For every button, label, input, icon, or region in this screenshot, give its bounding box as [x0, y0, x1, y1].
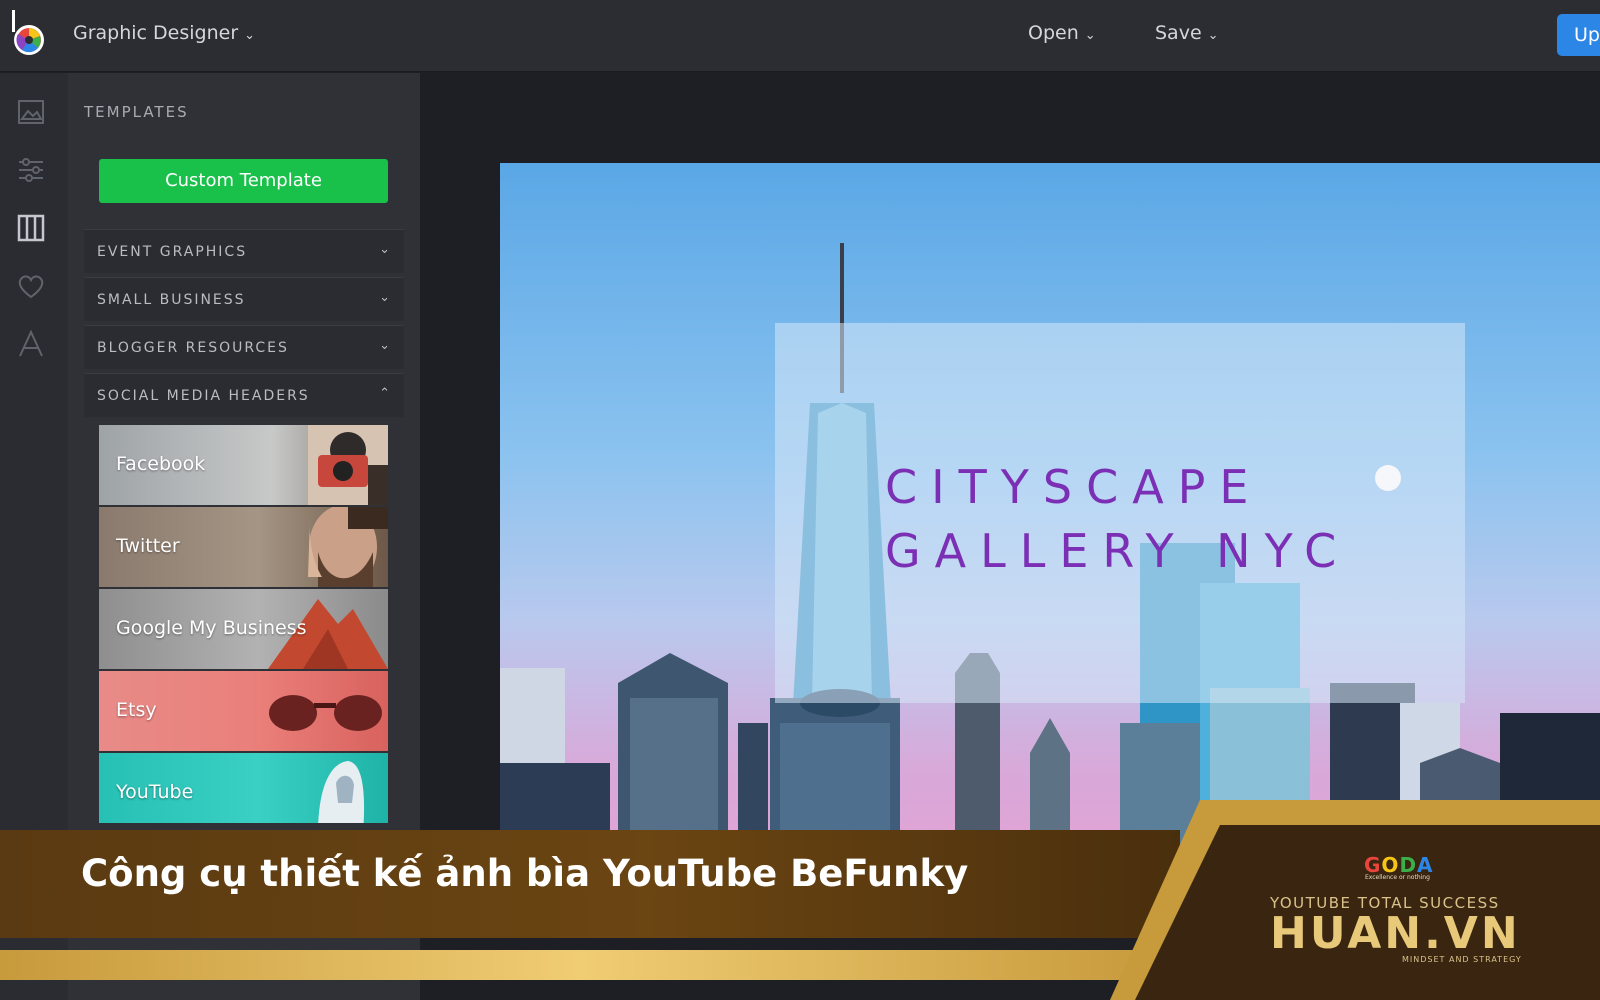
- adjust-sliders-icon[interactable]: [16, 155, 46, 185]
- headline-line-1: CITYSCAPE: [885, 460, 1263, 514]
- template-tile-facebook[interactable]: Facebook: [99, 425, 388, 505]
- template-label: Twitter: [116, 535, 180, 557]
- category-label: EVENT GRAPHICS: [97, 244, 248, 260]
- open-menu-label: Open: [1028, 22, 1079, 44]
- heart-icon[interactable]: [16, 271, 46, 301]
- chevron-down-icon: ⌄: [379, 338, 390, 353]
- category-label: BLOGGER RESOURCES: [97, 340, 289, 356]
- banner-gold-stripe: [0, 950, 1160, 980]
- template-tile-twitter[interactable]: Twitter: [99, 507, 388, 587]
- brand-name: HUAN.VN: [1270, 908, 1521, 959]
- template-label: Facebook: [116, 453, 206, 475]
- save-menu[interactable]: Save ⌄: [1155, 22, 1219, 44]
- template-tile-youtube[interactable]: YouTube: [99, 753, 388, 823]
- befunky-logo-icon[interactable]: [10, 10, 48, 60]
- open-menu[interactable]: Open ⌄: [1028, 22, 1096, 44]
- sunglasses-thumbnail-icon: [269, 695, 382, 731]
- brand-subtitle: MINDSET AND STRATEGY: [1402, 955, 1522, 964]
- app-mode-dropdown[interactable]: Graphic Designer ⌄: [73, 22, 255, 44]
- photographer-thumbnail-icon: [308, 425, 388, 505]
- caption-text: Công cụ thiết kế ảnh bìa YouTube BeFunky: [81, 852, 969, 895]
- chevron-down-icon: ⌄: [1207, 28, 1219, 43]
- panel-title: TEMPLATES: [84, 103, 189, 121]
- upgrade-button[interactable]: Up: [1557, 14, 1600, 56]
- top-bar: Graphic Designer ⌄ Open ⌄ Save ⌄ Up: [0, 0, 1600, 72]
- template-tile-google-my-business[interactable]: Google My Business: [99, 589, 388, 669]
- template-label: YouTube: [116, 781, 194, 803]
- save-menu-label: Save: [1155, 22, 1202, 44]
- image-icon[interactable]: [16, 97, 46, 127]
- chevron-down-icon: ⌄: [1084, 28, 1096, 43]
- category-label: SMALL BUSINESS: [97, 292, 246, 308]
- template-tile-etsy[interactable]: Etsy: [99, 671, 388, 751]
- chevron-up-icon: ⌃: [379, 386, 390, 401]
- canvas-headline[interactable]: CITYSCAPE GALLERY NYC: [885, 455, 1350, 583]
- category-event-graphics[interactable]: EVENT GRAPHICS ⌄: [84, 229, 404, 273]
- headline-line-2: GALLERY NYC: [885, 524, 1351, 578]
- template-label: Google My Business: [116, 617, 307, 639]
- chevron-down-icon: ⌄: [244, 28, 256, 43]
- template-label: Etsy: [116, 699, 157, 721]
- category-label: SOCIAL MEDIA HEADERS: [97, 388, 310, 404]
- category-blogger-resources[interactable]: BLOGGER RESOURCES ⌄: [84, 325, 404, 369]
- hooded-figure-thumbnail-icon: [318, 761, 365, 823]
- text-icon[interactable]: [16, 329, 46, 359]
- chevron-down-icon: ⌄: [379, 242, 390, 257]
- bearded-man-thumbnail-icon: [308, 507, 388, 587]
- upgrade-label: Up: [1574, 24, 1600, 46]
- goda-subtitle: Excellence or nothing: [1365, 874, 1430, 881]
- layout-templates-icon[interactable]: [16, 213, 46, 243]
- custom-template-button[interactable]: Custom Template: [99, 159, 388, 203]
- chevron-down-icon: ⌄: [379, 290, 390, 305]
- design-canvas[interactable]: CITYSCAPE GALLERY NYC: [500, 163, 1600, 903]
- app-screen: Graphic Designer ⌄ Open ⌄ Save ⌄ Up TEMP…: [0, 0, 1600, 1000]
- category-small-business[interactable]: SMALL BUSINESS ⌄: [84, 277, 404, 321]
- app-mode-label: Graphic Designer: [73, 22, 239, 44]
- moon-shape: [1375, 465, 1401, 491]
- category-social-media-headers[interactable]: SOCIAL MEDIA HEADERS ⌃: [84, 373, 404, 417]
